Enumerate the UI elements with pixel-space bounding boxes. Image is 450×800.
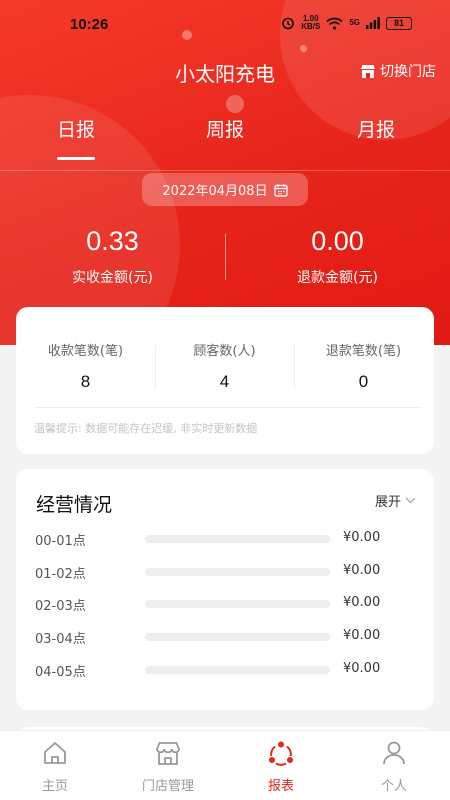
nav-label: 个人 <box>380 779 407 794</box>
operations-row: 00-01点 ¥0.00 <box>16 530 434 550</box>
store-icon <box>361 64 375 78</box>
data-delay-tip: 温馨提示: 数据可能存在迟缓, 非实时更新数据 <box>34 422 258 435</box>
operations-row: 04-05点 ¥0.00 <box>16 661 434 681</box>
hour-range: 04-05点 <box>35 664 86 680</box>
calendar-icon <box>273 183 288 197</box>
hour-amount: ¥0.00 <box>343 660 381 676</box>
nav-report[interactable]: 报表 <box>226 739 336 794</box>
stat-customers: 顾客数(人) 4 <box>155 340 294 392</box>
hour-amount: ¥0.00 <box>343 562 381 578</box>
hour-amount: ¥0.00 <box>343 628 381 644</box>
status-icons: 1.00 KB/S 5G 81 <box>281 15 412 31</box>
tab-daily[interactable]: 日报 <box>36 115 116 142</box>
stat-value: 8 <box>80 372 91 391</box>
operations-row: 01-02点 ¥0.00 <box>16 563 434 583</box>
signal-type: 5G <box>349 18 360 27</box>
status-bar: 10:26 1.00 KB/S 5G 81 <box>0 0 450 50</box>
home-icon <box>44 742 66 764</box>
tab-weekly[interactable]: 周报 <box>185 115 265 142</box>
nav-home[interactable]: 主页 <box>0 739 110 794</box>
stat-value: 4 <box>219 372 230 391</box>
network-speed: 1.00 KB/S <box>301 14 321 31</box>
stat-refunds: 退款笔数(笔) 0 <box>294 340 433 392</box>
hour-range: 01-02点 <box>35 566 86 582</box>
store-icon <box>156 742 180 765</box>
battery-indicator: 81 <box>386 16 412 30</box>
nav-label: 主页 <box>41 779 68 794</box>
bottom-navigation: 主页 门店管理 报表 个人 <box>0 730 450 800</box>
amount-bar <box>145 600 330 609</box>
stat-payments: 收款笔数(笔) 8 <box>16 340 155 392</box>
switch-store-label: 切换门店 <box>380 64 436 80</box>
received-amount-label: 实收金额(元) <box>72 270 153 286</box>
decorative-dot <box>226 95 244 113</box>
operations-card: 经营情况 展开 00-01点 ¥0.00 01-02点 ¥0.00 02-03点 ¥0.0… <box>16 469 434 710</box>
stats-card: 收款笔数(笔) 8 顾客数(人) 4 退款笔数(笔) 0 温馨提示: 数据可能存… <box>16 307 434 454</box>
amount-bar <box>145 665 330 674</box>
report-tabs: 日报 周报 月报 <box>0 115 450 167</box>
operations-row: 03-04点 ¥0.00 <box>16 628 434 648</box>
date-value: 2022年04月08日 <box>162 184 268 199</box>
tab-monthly[interactable]: 月报 <box>336 115 416 142</box>
chevron-down-icon <box>405 497 416 504</box>
wifi-icon <box>326 17 343 30</box>
status-time: 10:26 <box>70 16 109 33</box>
alarm-icon <box>282 17 295 30</box>
stat-label: 顾客数(人) <box>193 344 256 359</box>
nav-profile[interactable]: 个人 <box>339 739 449 794</box>
stat-value: 0 <box>358 372 369 391</box>
expand-label: 展开 <box>374 495 401 510</box>
amount-bar <box>145 535 330 543</box>
received-amount: 0.33 实收金额(元) <box>0 226 225 287</box>
person-icon <box>383 741 405 765</box>
switch-store-button[interactable]: 切换门店 <box>360 61 436 81</box>
refund-amount-label: 退款金额(元) <box>297 270 378 286</box>
nav-store-management[interactable]: 门店管理 <box>113 739 223 794</box>
divider <box>34 407 422 408</box>
received-amount-value: 0.33 <box>86 226 139 256</box>
expand-button[interactable]: 展开 <box>375 491 416 510</box>
signal-icon <box>366 17 380 29</box>
operations-title: 经营情况 <box>36 494 113 516</box>
refund-amount-value: 0.00 <box>311 226 364 256</box>
amount-bar <box>145 567 330 576</box>
stat-label: 收款笔数(笔) <box>47 344 124 359</box>
divider <box>0 170 450 171</box>
hour-range: 00-01点 <box>35 534 86 549</box>
active-tab-indicator <box>57 157 95 160</box>
nav-label: 报表 <box>267 779 294 794</box>
hour-range: 02-03点 <box>35 599 86 615</box>
date-picker[interactable]: 2022年04月08日 <box>142 173 308 206</box>
report-icon <box>269 741 293 766</box>
nav-label: 门店管理 <box>141 779 194 794</box>
hour-amount: ¥0.00 <box>343 530 381 545</box>
refund-amount: 0.00 退款金额(元) <box>225 226 450 287</box>
stat-label: 退款笔数(笔) <box>325 344 402 359</box>
amount-bar <box>145 633 330 642</box>
hour-amount: ¥0.00 <box>343 595 381 611</box>
hour-range: 03-04点 <box>35 632 86 648</box>
operations-row: 02-03点 ¥0.00 <box>16 595 434 615</box>
